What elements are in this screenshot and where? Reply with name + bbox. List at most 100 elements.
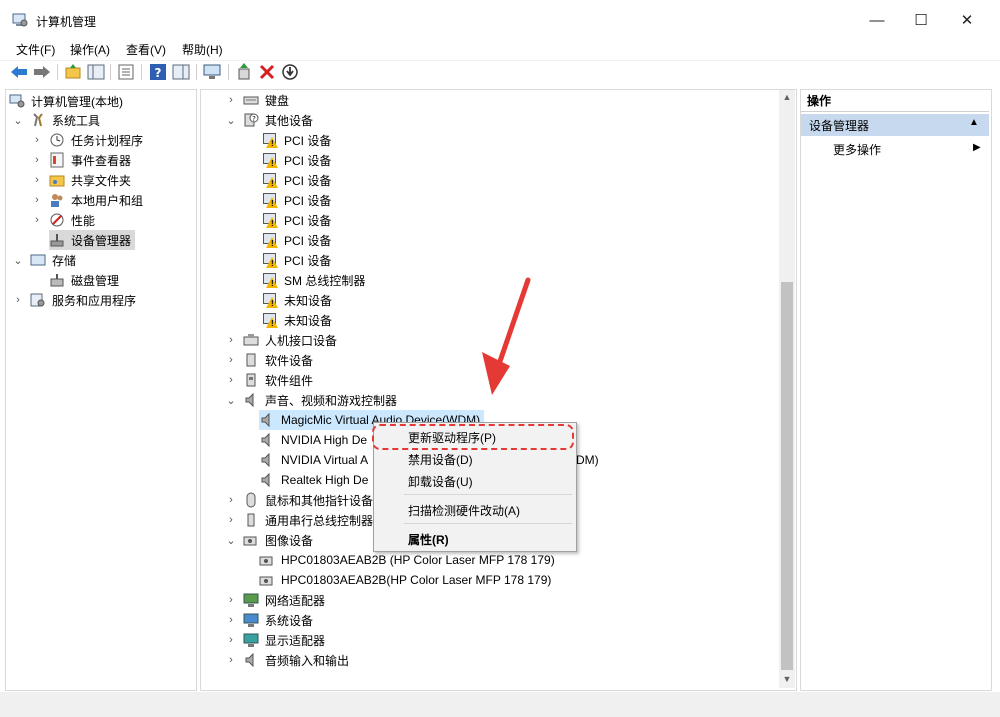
menu-action[interactable]: 操作(A) — [70, 41, 110, 58]
device-item-pci[interactable]: ! PCI 设备 — [262, 210, 331, 230]
context-item-disable-device[interactable]: 禁用设备(D) — [408, 451, 473, 468]
device-category-system[interactable]: › 系统设备 — [225, 610, 313, 630]
tree-item-local-users[interactable]: › 本地用户和组 — [31, 190, 143, 210]
context-item-properties[interactable]: 属性(R) — [408, 531, 449, 548]
device-label: 图像设备 — [265, 533, 314, 548]
device-category-hid[interactable]: › 人机接口设备 — [225, 330, 337, 350]
download-circle-icon[interactable] — [281, 63, 299, 81]
chevron-right-icon[interactable]: › — [225, 634, 237, 646]
device-item-unknown[interactable]: ! 未知设备 — [262, 310, 332, 330]
chevron-right-icon[interactable]: › — [225, 94, 237, 106]
device-item-hp-printer[interactable]: HPC01803AEAB2B (HP Color Laser MFP 178 1… — [259, 550, 555, 570]
forward-arrow-icon[interactable] — [33, 64, 51, 80]
chevron-right-icon[interactable]: › — [225, 374, 237, 386]
menu-view[interactable]: 查看(V) — [126, 41, 166, 58]
tree-item-performance[interactable]: › 性能 — [31, 210, 95, 230]
uninstall-x-icon[interactable] — [258, 63, 276, 81]
device-item-pci[interactable]: ! PCI 设备 — [262, 250, 331, 270]
more-actions-item[interactable]: 更多操作 ▶ — [801, 139, 989, 159]
device-category-usb[interactable]: › 通用串行总线控制器 — [225, 510, 373, 530]
device-item-sm-bus[interactable]: ! SM 总线控制器 — [262, 270, 365, 290]
scrollbar-thumb[interactable] — [781, 282, 793, 670]
device-item-pci[interactable]: ! PCI 设备 — [262, 170, 331, 190]
speaker-icon — [259, 472, 275, 488]
device-item-nvidia-virtual-audio[interactable]: NVIDIA Virtual A — [259, 450, 368, 470]
minimize-button[interactable]: — — [854, 0, 900, 40]
other-devices-icon: ? — [243, 112, 259, 128]
chevron-right-icon[interactable]: › — [31, 154, 43, 166]
device-category-keyboard[interactable]: › 键盘 — [225, 90, 289, 110]
chevron-right-icon[interactable]: › — [31, 194, 43, 206]
tree-item-storage[interactable]: ⌄ 存储 — [12, 250, 76, 270]
chevron-right-icon[interactable]: › — [31, 134, 43, 146]
collapse-up-icon[interactable]: ▲ — [969, 117, 979, 128]
device-label: 声音、视频和游戏控制器 — [265, 393, 398, 408]
tree-item-disk-management[interactable]: 磁盘管理 — [49, 270, 119, 290]
chevron-down-icon[interactable]: ⌄ — [225, 114, 237, 127]
scroll-down-icon[interactable]: ▼ — [779, 674, 795, 688]
context-item-scan-hardware[interactable]: 扫描检测硬件改动(A) — [408, 502, 520, 519]
actions-section-device-manager[interactable]: 设备管理器 ▲ — [801, 114, 989, 136]
monitor-icon[interactable] — [203, 63, 221, 81]
console-tree-icon[interactable] — [87, 63, 105, 81]
tree-item-event-viewer[interactable]: › 事件查看器 — [31, 150, 131, 170]
chevron-right-icon[interactable]: › — [31, 214, 43, 226]
device-label: 网络适配器 — [265, 593, 326, 608]
chevron-right-icon[interactable]: › — [225, 594, 237, 606]
mouse-icon — [243, 492, 259, 508]
show-hide-action-pane-icon[interactable] — [172, 63, 190, 81]
chevron-right-icon[interactable]: › — [225, 334, 237, 346]
up-folder-icon[interactable] — [64, 63, 82, 81]
device-item-pci[interactable]: ! PCI 设备 — [262, 150, 331, 170]
maximize-button[interactable]: ☐ — [898, 0, 944, 40]
device-category-imaging[interactable]: ⌄ 图像设备 — [225, 530, 313, 550]
device-item-nvidia-hd-audio[interactable]: NVIDIA High De — [259, 430, 367, 450]
tree-item-shared-folders[interactable]: › 共享文件夹 — [31, 170, 131, 190]
device-item-pci[interactable]: ! PCI 设备 — [262, 190, 331, 210]
chevron-right-icon[interactable]: › — [225, 654, 237, 666]
chevron-down-icon[interactable]: ⌄ — [12, 114, 24, 127]
context-item-uninstall-device[interactable]: 卸载设备(U) — [408, 473, 473, 490]
device-category-display[interactable]: › 显示适配器 — [225, 630, 325, 650]
back-arrow-icon[interactable] — [10, 64, 28, 80]
chevron-right-icon[interactable]: › — [225, 514, 237, 526]
device-label: 未知设备 — [284, 313, 333, 328]
storage-icon — [30, 252, 46, 268]
chevron-right-icon[interactable]: › — [12, 294, 24, 306]
tree-item-device-manager[interactable]: 设备管理器 — [49, 230, 136, 250]
chevron-down-icon[interactable]: ⌄ — [225, 534, 237, 547]
scroll-up-icon[interactable]: ▲ — [779, 92, 795, 106]
help-icon[interactable]: ? — [149, 63, 167, 81]
device-label: PCI 设备 — [284, 153, 332, 168]
device-item-hp-printer[interactable]: HPC01803AEAB2B(HP Color Laser MFP 178 17… — [259, 570, 551, 590]
device-label: PCI 设备 — [284, 233, 332, 248]
device-category-network[interactable]: › 网络适配器 — [225, 590, 325, 610]
tree-item-computer-management[interactable]: 计算机管理(本地) — [9, 91, 123, 111]
device-item-realtek-audio[interactable]: Realtek High De — [259, 470, 368, 490]
device-category-software-devices[interactable]: › 软件设备 — [225, 350, 313, 370]
device-category-other[interactable]: ⌄ ? 其他设备 — [225, 110, 313, 130]
device-item-pci[interactable]: ! PCI 设备 — [262, 230, 331, 250]
close-button[interactable]: ✕ — [944, 0, 990, 40]
device-category-software-components[interactable]: › 软件组件 — [225, 370, 313, 390]
menu-help[interactable]: 帮助(H) — [182, 41, 223, 58]
device-category-sound-video[interactable]: ⌄ 声音、视频和游戏控制器 — [225, 390, 397, 410]
menu-file[interactable]: 文件(F) — [16, 41, 55, 58]
device-item-unknown[interactable]: ! 未知设备 — [262, 290, 332, 310]
properties-icon[interactable] — [117, 63, 135, 81]
device-item-pci[interactable]: ! PCI 设备 — [262, 130, 331, 150]
tree-item-system-tools[interactable]: ⌄ 系统工具 — [12, 110, 100, 130]
shared-folder-icon — [49, 172, 65, 188]
chevron-down-icon[interactable]: ⌄ — [12, 254, 24, 267]
update-driver-icon[interactable] — [235, 63, 253, 81]
tree-item-services-apps[interactable]: › 服务和应用程序 — [12, 290, 136, 310]
chevron-right-icon[interactable]: › — [225, 354, 237, 366]
chevron-right-icon[interactable]: › — [225, 494, 237, 506]
toolbar-separator — [141, 64, 142, 80]
device-category-audio-io[interactable]: › 音频输入和输出 — [225, 650, 349, 670]
tree-item-task-scheduler[interactable]: › 任务计划程序 — [31, 130, 143, 150]
chevron-right-icon[interactable]: › — [225, 614, 237, 626]
device-category-mouse[interactable]: › 鼠标和其他指针设备 — [225, 490, 373, 510]
chevron-right-icon[interactable]: › — [31, 174, 43, 186]
chevron-down-icon[interactable]: ⌄ — [225, 394, 237, 407]
